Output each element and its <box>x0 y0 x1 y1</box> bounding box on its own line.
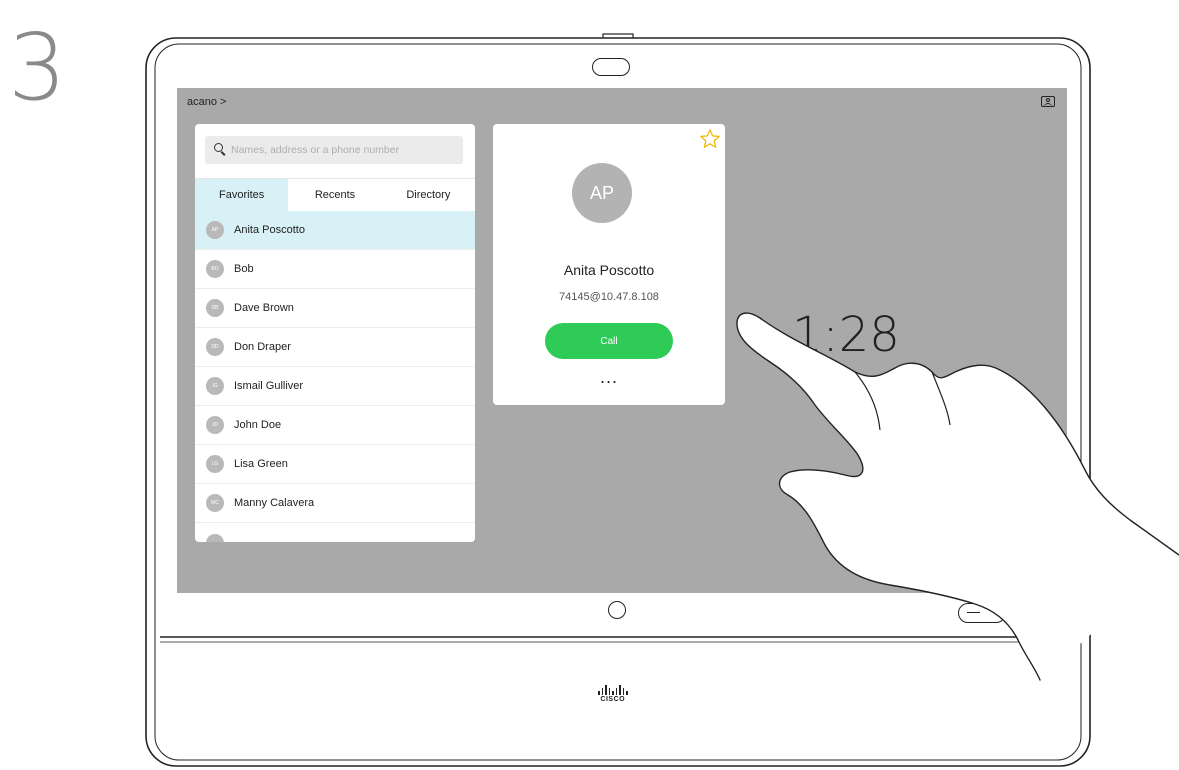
tab-bar: Favorites Recents Directory <box>195 178 475 211</box>
contact-row[interactable]: DB Dave Brown <box>195 289 475 328</box>
avatar: MC <box>206 494 224 512</box>
avatar: DD <box>206 338 224 356</box>
more-options-button[interactable]: ... <box>493 368 725 386</box>
home-button-icon[interactable] <box>608 601 626 619</box>
contact-address: 74145@10.47.8.108 <box>559 291 659 303</box>
contact-row[interactable]: IG Ismail Gulliver <box>195 367 475 406</box>
touch-screen: acano > Favorites Recents Directory AP A… <box>177 88 1067 593</box>
avatar: DB <box>206 299 224 317</box>
avatar: LG <box>206 455 224 473</box>
tab-directory[interactable]: Directory <box>382 179 475 211</box>
self-view-icon[interactable] <box>1041 96 1055 107</box>
search-box[interactable] <box>205 136 463 164</box>
side-button[interactable] <box>958 603 1006 623</box>
clock: 1:28 <box>792 307 900 363</box>
avatar: BO <box>206 260 224 278</box>
logo-text: CISCO <box>600 696 626 703</box>
contact-card: AP Anita Poscotto 74145@10.47.8.108 Call… <box>493 124 725 405</box>
cisco-logo: CISCO <box>598 685 628 703</box>
contact-row[interactable]: AP Anita Poscotto <box>195 211 475 250</box>
contact-name: Bob <box>234 263 254 275</box>
contact-name: Don Draper <box>234 341 291 353</box>
contact-row[interactable]: MC Manny Calavera <box>195 484 475 523</box>
avatar: JD <box>206 416 224 434</box>
contact-row[interactable]: LG Lisa Green <box>195 445 475 484</box>
contact-name: Anita Poscotto <box>234 224 305 236</box>
call-button[interactable]: Call <box>545 323 673 359</box>
contact-avatar: AP <box>572 163 632 223</box>
contact-row[interactable] <box>195 523 475 542</box>
search-input[interactable] <box>231 136 456 164</box>
contact-row[interactable]: JD John Doe <box>195 406 475 445</box>
avatar: AP <box>206 221 224 239</box>
tab-recents[interactable]: Recents <box>288 179 381 211</box>
breadcrumb[interactable]: acano > <box>187 96 226 108</box>
contact-list: AP Anita Poscotto BO Bob DB Dave Brown D… <box>195 211 475 542</box>
contacts-panel: Favorites Recents Directory AP Anita Pos… <box>195 124 475 542</box>
star-icon[interactable] <box>699 128 721 150</box>
contact-name: Manny Calavera <box>234 497 315 509</box>
tab-favorites[interactable]: Favorites <box>195 179 289 211</box>
avatar <box>206 533 224 542</box>
camera-icon <box>592 58 630 76</box>
contact-name: Dave Brown <box>234 302 294 314</box>
contact-name: Ismail Gulliver <box>234 380 304 392</box>
search-icon <box>214 143 223 152</box>
contact-row[interactable]: DD Don Draper <box>195 328 475 367</box>
contact-row[interactable]: BO Bob <box>195 250 475 289</box>
contact-name: John Doe <box>234 419 282 431</box>
contact-card-name: Anita Poscotto <box>563 262 655 278</box>
contact-name: Lisa Green <box>234 458 288 470</box>
avatar: IG <box>206 377 224 395</box>
